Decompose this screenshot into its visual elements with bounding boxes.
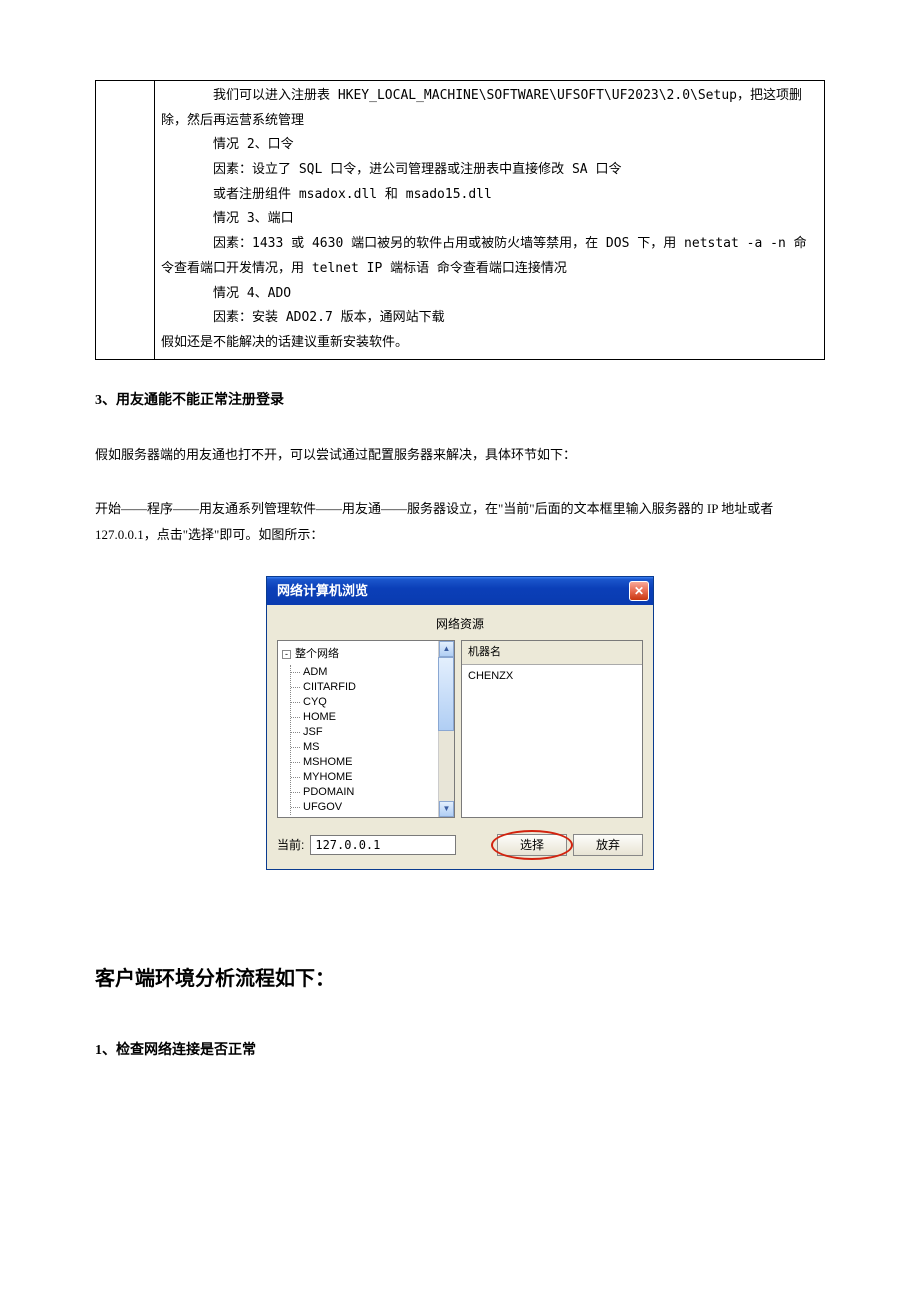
scroll-thumb[interactable] xyxy=(438,657,454,731)
table-p1: 我们可以进入注册表 HKEY_LOCAL_MACHINE\SOFTWARE\UF… xyxy=(161,84,818,133)
network-tree[interactable]: - 整个网络 ADM CIITARFID CYQ HOME JSF MS MSH… xyxy=(278,641,438,817)
select-button[interactable]: 选择 xyxy=(497,834,567,856)
resource-label: 网络资源 xyxy=(277,613,643,636)
table-p9: 假如还是不能解决的话建议重新安装软件。 xyxy=(161,331,818,356)
tree-item[interactable]: JSF xyxy=(303,725,434,740)
table-p6: 因素：1433 或 4630 端口被另的软件占用或被防火墙等禁用，在 DOS 下… xyxy=(161,232,818,281)
tree-item[interactable]: HOME xyxy=(303,710,434,725)
table-p3: 因素：设立了 SQL 口令，进公司管理器或注册表中直接修改 SA 口令 xyxy=(161,158,818,183)
left-empty-cell xyxy=(95,81,155,359)
machine-list-pane: 机器名 CHENZX xyxy=(461,640,643,818)
cancel-button[interactable]: 放弃 xyxy=(573,834,643,856)
close-button[interactable]: ✕ xyxy=(629,581,649,601)
current-label: 当前: xyxy=(277,834,304,857)
screenshot-container: www.zixin.com.cn 网络计算机浏览 ✕ 网络资源 - 整个网络 xyxy=(95,576,825,870)
info-table: 我们可以进入注册表 HKEY_LOCAL_MACHINE\SOFTWARE\UF… xyxy=(95,80,825,360)
tree-item[interactable]: CIITARFID xyxy=(303,680,434,695)
paragraph-a: 假如服务器端的用友通也打不开，可以尝试通过配置服务器来解决，具体环节如下： xyxy=(95,442,825,468)
section-3-heading: 3、用友通能不能正常注册登录 xyxy=(95,388,825,415)
network-tree-pane: - 整个网络 ADM CIITARFID CYQ HOME JSF MS MSH… xyxy=(277,640,455,818)
scroll-down-button[interactable]: ▼ xyxy=(439,801,454,817)
right-content-cell: 我们可以进入注册表 HKEY_LOCAL_MACHINE\SOFTWARE\UF… xyxy=(155,81,824,359)
section-1-heading: 1、检查网络连接是否正常 xyxy=(95,1038,825,1065)
tree-item[interactable]: UFGOV xyxy=(303,800,434,815)
dialog-titlebar[interactable]: 网络计算机浏览 ✕ xyxy=(267,577,653,605)
paragraph-b: 开始——程序——用友通系列管理软件——用友通——服务器设立，在"当前"后面的文本… xyxy=(95,496,825,548)
dialog-title: 网络计算机浏览 xyxy=(277,579,368,604)
tree-collapse-icon[interactable]: - xyxy=(282,650,291,659)
select-button-label: 选择 xyxy=(520,834,544,857)
tree-item[interactable]: MYHOME xyxy=(303,770,434,785)
tree-item[interactable]: PDOMAIN xyxy=(303,785,434,800)
tree-item[interactable]: ADM xyxy=(303,665,434,680)
cancel-button-label: 放弃 xyxy=(596,834,620,857)
current-ip-input[interactable] xyxy=(310,835,456,855)
machine-row[interactable]: CHENZX xyxy=(462,665,642,688)
tree-item[interactable]: CYQ xyxy=(303,695,434,710)
tree-children: ADM CIITARFID CYQ HOME JSF MS MSHOME MYH… xyxy=(290,665,434,815)
scroll-up-button[interactable]: ▲ xyxy=(439,641,454,657)
tree-item[interactable]: MS xyxy=(303,740,434,755)
table-p4: 或者注册组件 msadox.dll 和 msado15.dll xyxy=(161,183,818,208)
table-p2: 情况 2、口令 xyxy=(161,133,818,158)
close-icon: ✕ xyxy=(634,580,644,603)
table-p5: 情况 3、端口 xyxy=(161,207,818,232)
dialog-body: 网络资源 - 整个网络 ADM CIITARFID CYQ HOME J xyxy=(267,605,653,869)
tree-root-label: 整个网络 xyxy=(295,644,339,665)
table-p7: 情况 4、ADO xyxy=(161,282,818,307)
machine-column-header[interactable]: 机器名 xyxy=(462,641,642,665)
client-analysis-heading: 客户端环境分析流程如下： xyxy=(95,960,825,998)
tree-item[interactable]: MSHOME xyxy=(303,755,434,770)
network-browser-dialog: 网络计算机浏览 ✕ 网络资源 - 整个网络 ADM CIITARFID xyxy=(266,576,654,870)
tree-scrollbar[interactable]: ▲ ▼ xyxy=(438,641,454,817)
table-p8: 因素：安装 ADO2.7 版本，通网站下载 xyxy=(161,306,818,331)
